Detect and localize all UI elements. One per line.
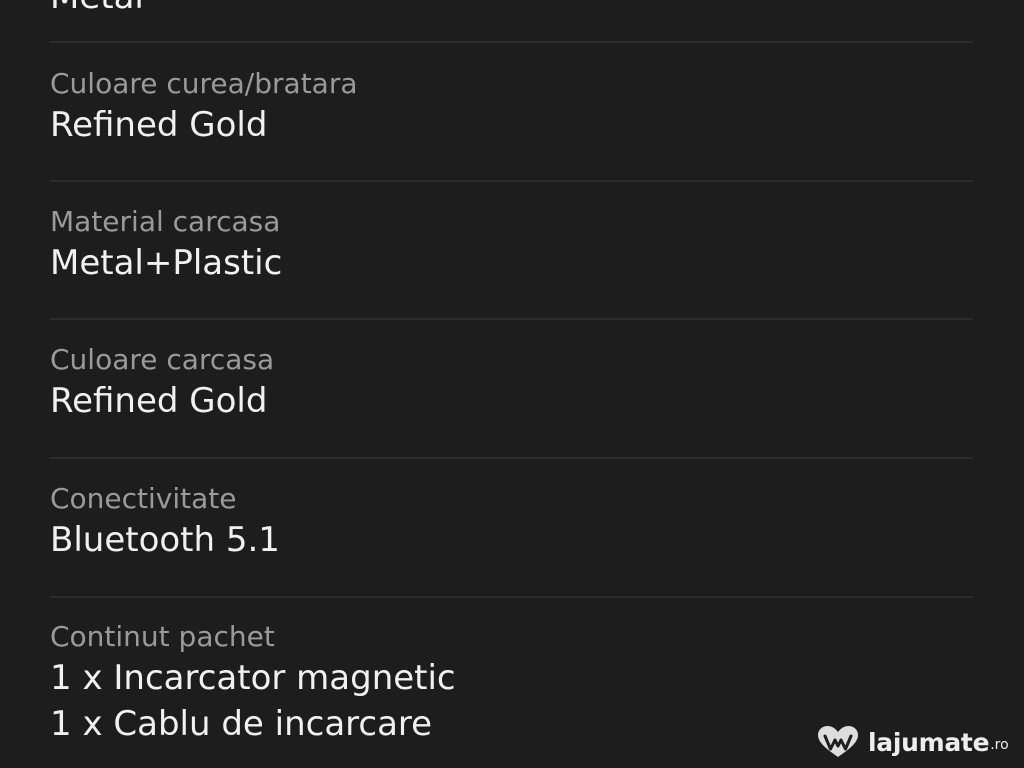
divider [50, 596, 973, 598]
package-item: 1 x Incarcator magnetic [50, 658, 456, 698]
spec-value: Metal+Plastic [50, 243, 283, 283]
spec-value: Refined Gold [50, 381, 268, 421]
spec-row-connectivity: Conectivitate Bluetooth 5.1 [50, 481, 973, 563]
spec-label: Continut pachet [50, 620, 275, 653]
spec-value: Bluetooth 5.1 [50, 520, 280, 560]
heart-w-icon [818, 726, 858, 757]
spec-row-case-material: Material carcasa Metal+Plastic [50, 204, 973, 286]
spec-row-strap-material: Metal [50, 0, 973, 20]
spec-label: Conectivitate [50, 482, 237, 515]
lajumate-watermark: lajumate .ro [814, 722, 1009, 762]
spec-value: Metal [50, 0, 973, 20]
spec-value: Refined Gold [50, 105, 268, 145]
spec-row-case-color: Culoare carcasa Refined Gold [50, 342, 973, 424]
spec-label: Culoare carcasa [50, 343, 275, 376]
spec-row-strap-color: Culoare curea/bratara Refined Gold [50, 66, 973, 148]
divider [50, 41, 973, 43]
watermark-name: lajumate [868, 727, 990, 757]
divider [50, 457, 973, 459]
watermark-tld: .ro [990, 737, 1009, 753]
divider [50, 318, 973, 320]
spec-label: Culoare curea/bratara [50, 67, 358, 100]
divider [50, 180, 973, 182]
spec-label: Material carcasa [50, 205, 281, 238]
